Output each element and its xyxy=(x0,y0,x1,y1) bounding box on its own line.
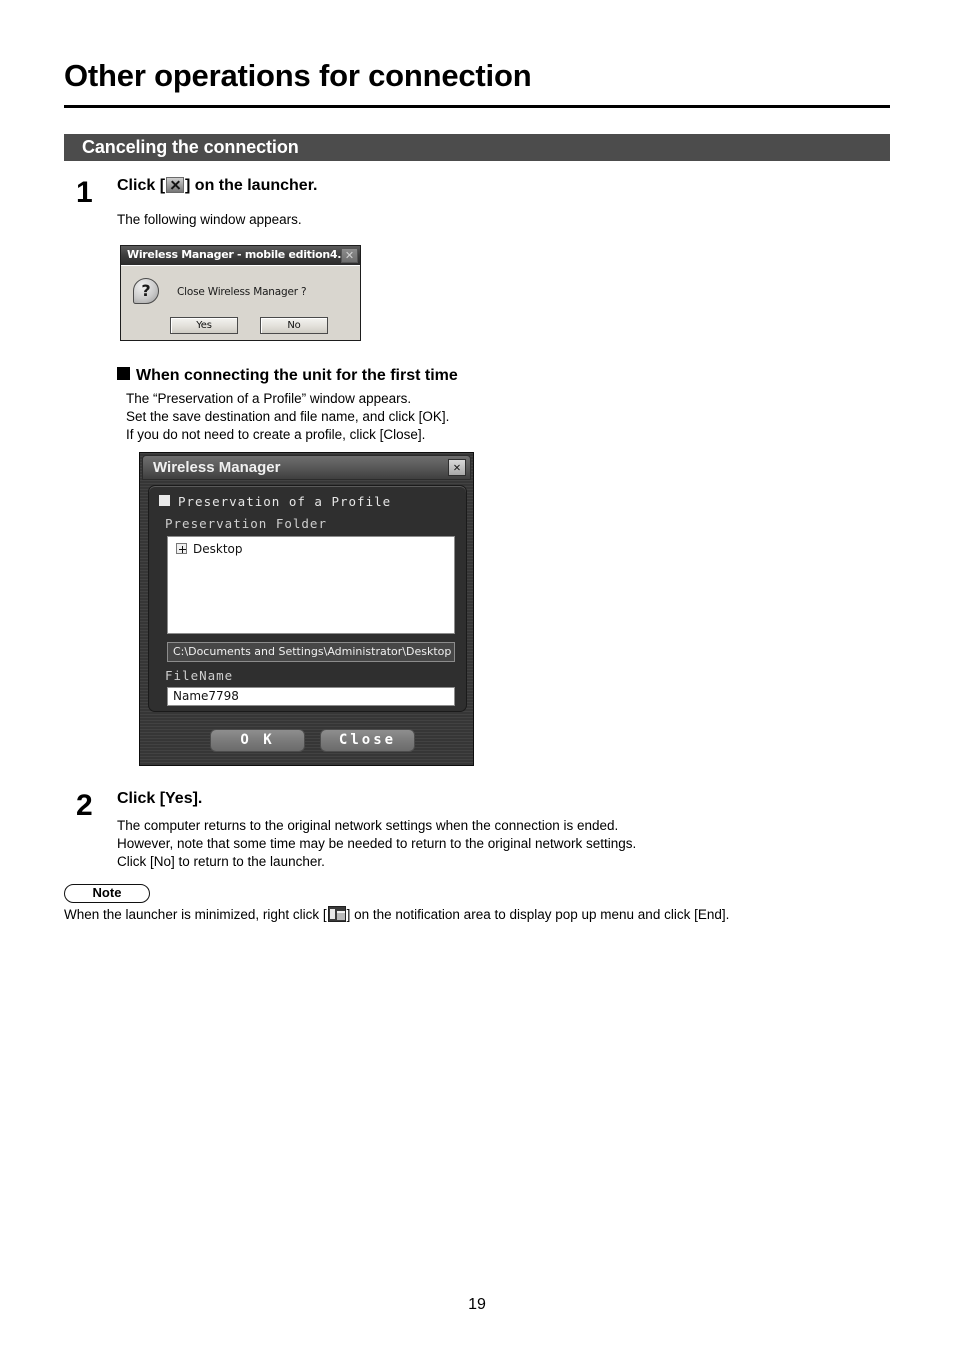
checkbox-icon[interactable] xyxy=(159,495,170,506)
step-1-heading-prefix: Click [ xyxy=(117,177,166,194)
note-text-prefix: When the launcher is minimized, right cl… xyxy=(64,907,327,922)
close-icon[interactable]: ✕ xyxy=(341,248,358,263)
subsection-line-2: Set the save destination and file name, … xyxy=(126,409,450,424)
section-heading-label: Canceling the connection xyxy=(82,137,299,157)
subsection-line-1: The “Preservation of a Profile” window a… xyxy=(126,391,412,406)
page-number: 19 xyxy=(468,1296,486,1313)
preservation-of-profile-checkbox[interactable]: Preservation of a Profile xyxy=(159,494,391,509)
square-bullet-icon xyxy=(117,367,130,380)
note-text-suffix: ] on the notification area to display po… xyxy=(346,907,730,922)
wireless-manager-dialog: Wireless Manager ✕ Preservation of a Pro… xyxy=(139,452,474,766)
subsection-line-3: If you do not need to create a profile, … xyxy=(126,427,426,442)
step-1-heading: Click [ ] on the launcher. xyxy=(117,177,317,195)
tree-item-label: Desktop xyxy=(193,542,243,556)
wireless-manager-title-text: Wireless Manager xyxy=(153,459,281,476)
no-button[interactable]: No xyxy=(260,317,328,334)
preservation-panel: Preservation of a Profile Preservation F… xyxy=(148,485,467,712)
dialog-message-text: Close Wireless Manager ? xyxy=(177,286,307,298)
close-icon[interactable]: ✕ xyxy=(448,459,466,476)
step-2-body-line-3: Click [No] to return to the launcher. xyxy=(117,854,325,869)
filename-label: FileName xyxy=(165,668,234,683)
subsection-heading: When connecting the unit for the first t… xyxy=(117,367,458,385)
dialog-title-bar: Wireless Manager - mobile edition4.0 - ✕ xyxy=(121,246,360,265)
close-button[interactable]: Close xyxy=(320,729,415,752)
preservation-folder-label: Preservation Folder xyxy=(165,516,327,531)
page-title: Other operations for connection xyxy=(64,58,532,93)
step-2-body-line-1: The computer returns to the original net… xyxy=(117,818,619,833)
close-x-button-icon[interactable] xyxy=(166,177,185,193)
notification-tray-icon[interactable] xyxy=(327,906,346,922)
expand-plus-icon[interactable] xyxy=(176,543,187,554)
note-badge: Note xyxy=(64,884,150,903)
save-path-display: C:\Documents and Settings\Administrator\… xyxy=(167,642,455,662)
section-heading-bar: Canceling the connection xyxy=(64,134,890,161)
note-text: When the launcher is minimized, right cl… xyxy=(64,906,729,922)
close-confirmation-dialog: Wireless Manager - mobile edition4.0 - ✕… xyxy=(120,245,361,341)
tree-item-desktop[interactable]: Desktop xyxy=(176,542,243,556)
step-1-number: 1 xyxy=(76,176,93,209)
filename-input[interactable]: Name7798 xyxy=(167,687,455,706)
subsection-heading-text: When connecting the unit for the first t… xyxy=(136,367,458,384)
step-1-body: The following window appears. xyxy=(117,212,302,227)
folder-tree-view[interactable]: Desktop xyxy=(167,536,455,634)
ok-button[interactable]: O K xyxy=(210,729,305,752)
step-2-number: 2 xyxy=(76,789,93,822)
dialog-body: ? Close Wireless Manager ? Yes No xyxy=(121,265,360,340)
question-bubble-icon: ? xyxy=(133,278,159,304)
step-1-heading-suffix: ] on the launcher. xyxy=(185,177,318,194)
dialog-title-text: Wireless Manager - mobile edition4.0 - xyxy=(127,248,357,261)
step-2-body-line-2: However, note that some time may be need… xyxy=(117,836,637,851)
yes-button[interactable]: Yes xyxy=(170,317,238,334)
title-rule xyxy=(64,105,890,108)
document-page: Other operations for connection Cancelin… xyxy=(0,0,954,1352)
step-2-heading: Click [Yes]. xyxy=(117,790,203,807)
wireless-manager-title-bar: Wireless Manager ✕ xyxy=(142,455,471,480)
preservation-of-profile-label: Preservation of a Profile xyxy=(178,494,392,509)
